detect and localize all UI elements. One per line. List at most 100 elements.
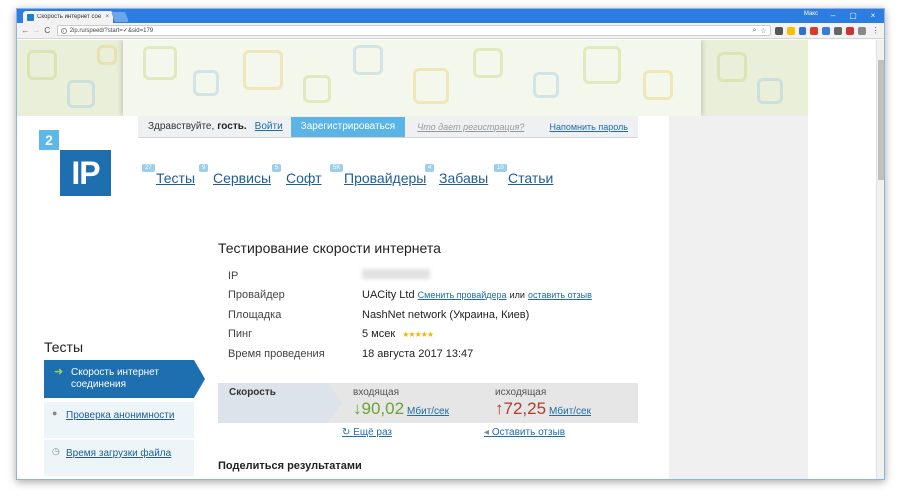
sidebar-item-download-time[interactable]: ◷ Время загрузки файла [44, 440, 194, 476]
extension-notes-icon[interactable] [786, 26, 795, 35]
nav-articles[interactable]: 10 Статьи [494, 164, 554, 186]
address-bar[interactable]: i 2ip.ru/speed/?start=✓&sid=179 ⌕ ☆ [56, 25, 771, 36]
forward-button[interactable]: → [31, 26, 42, 35]
browser-tab[interactable]: Скорость интернет сое × [23, 11, 113, 23]
menu-icon[interactable]: ⋮ [870, 26, 881, 35]
scroll-thumb[interactable] [878, 60, 884, 180]
registration-benefits-link[interactable]: Что дает регистрация? [417, 122, 524, 132]
ip-address-blurred [362, 269, 430, 280]
speed-label-box: Скорость [218, 383, 342, 423]
retest-label: Ещё раз [353, 427, 393, 438]
info-row-ip: IP [228, 266, 648, 286]
logo-badge[interactable]: 2 [39, 130, 59, 150]
nav-tests[interactable]: 27 Тесты [142, 164, 196, 186]
extension-vpn-icon[interactable] [822, 26, 831, 35]
nav-services[interactable]: 9 Сервисы [199, 164, 272, 186]
browser-toolbar: ← → C i 2ip.ru/speed/?start=✓&sid=179 ⌕ … [17, 23, 884, 39]
leave-feedback-link[interactable]: ◂ Оставить отзыв [484, 427, 565, 438]
back-button[interactable]: ← [20, 26, 31, 35]
speed-label: Скорость [229, 387, 276, 398]
clock-icon: ◷ [52, 446, 60, 456]
platform-value: NashNet network (Украина, Киев) [362, 308, 530, 321]
page-title: Тестирование скорости интернета [218, 240, 441, 256]
download-title: входящая [353, 387, 399, 398]
nav-count: 5 [272, 164, 282, 172]
nav-count: 10 [494, 164, 507, 172]
sidebar-item-label: Проверка анонимности [66, 410, 175, 421]
tab-title: Скорость интернет сое [37, 14, 102, 20]
tab-close-icon[interactable]: × [105, 14, 109, 20]
upload-title: исходящая [495, 387, 547, 398]
header-banner [17, 40, 808, 116]
nav-label: Статьи [508, 170, 554, 186]
nav-label: Софт [286, 170, 322, 186]
extension-translate-icon[interactable] [798, 26, 807, 35]
ping-value: 5 мсек [362, 328, 396, 341]
profile-name[interactable]: Макс [804, 11, 818, 17]
retest-link[interactable]: ↻ Ещё раз [342, 427, 392, 438]
sidebar-item-speed[interactable]: ➜ Скорость интернет соединения [44, 360, 205, 398]
url-text: 2ip.ru/speed/?start=✓&sid=179 [69, 28, 154, 34]
feedback-label: Оставить отзыв [491, 427, 566, 438]
login-bar: Здравствуйте, гость. Войти Зарегистриров… [138, 116, 638, 138]
browser-window: Скорость интернет сое × Макс – ▢ × ← → C… [16, 8, 885, 480]
nav-label: Провайдеры [344, 170, 427, 186]
login-link[interactable]: Войти [255, 121, 283, 132]
site-favicon-icon [27, 13, 34, 21]
change-provider-link[interactable]: Сменить провайдера [418, 290, 507, 300]
extension-adblock-icon[interactable] [810, 26, 819, 35]
refresh-icon: ↻ [342, 427, 354, 438]
ip-label: IP [228, 269, 239, 282]
nav-software[interactable]: 5 Софт [272, 164, 322, 186]
zoom-icon[interactable]: ⌕ [752, 27, 756, 35]
remind-password-link[interactable]: Напомнить пароль [549, 122, 628, 132]
maximize-button[interactable]: ▢ [846, 10, 860, 21]
info-row-provider: Провайдер UACity Ltd Сменить провайдера … [228, 286, 648, 306]
info-row-ping: Пинг 5 мсек ★★★★★ [228, 325, 648, 345]
page-scrollbar[interactable] [876, 40, 884, 479]
register-button[interactable]: Зарегистрироваться [290, 116, 406, 137]
extension-shield-icon[interactable] [858, 26, 867, 35]
speed-arrow-icon: ➜ [54, 366, 64, 378]
info-row-time: Время проведения 18 августа 2017 13:47 [228, 344, 648, 364]
download-unit-link[interactable]: Мбит/сек [407, 406, 449, 417]
ping-label: Пинг [228, 328, 253, 341]
sidebar-item-label: Скорость интернет соединения [71, 367, 159, 390]
reload-button[interactable]: C [42, 26, 53, 35]
nav-label: Тесты [156, 170, 196, 186]
share-heading: Поделиться результатами [218, 460, 362, 472]
nav-count: 4 [425, 164, 435, 172]
nav-label: Сервисы [213, 170, 272, 186]
megaphone-icon: ◂ [484, 427, 492, 438]
provider-value: UACity Ltd [362, 289, 415, 302]
leave-review-link[interactable]: оставить отзыв [528, 290, 592, 300]
platform-label: Площадка [228, 308, 282, 321]
minimize-button[interactable]: – [826, 10, 840, 21]
test-info: IP Провайдер UACity Ltd Сменить провайде… [228, 266, 648, 364]
sidebar-title: Тесты [44, 339, 84, 355]
or-text: или [509, 290, 525, 301]
upload-unit-link[interactable]: Мбит/сек [549, 406, 591, 417]
extension-stack-icon[interactable] [834, 26, 843, 35]
close-window-button[interactable]: × [866, 10, 880, 21]
nav-fun[interactable]: 4 Забавы [425, 164, 489, 186]
time-value: 18 августа 2017 13:47 [362, 347, 474, 360]
nav-providers[interactable]: 5K Провайдеры [330, 164, 427, 186]
rating-stars-icon: ★★★★★ [402, 330, 434, 340]
nav-count: 27 [142, 164, 155, 172]
info-icon[interactable]: i [60, 27, 67, 34]
nav-count: 9 [199, 164, 209, 172]
extension-pocket-icon[interactable] [774, 26, 783, 35]
bookmark-star-icon[interactable]: ☆ [760, 27, 766, 35]
nav-label: Забавы [439, 170, 489, 186]
greeting-text: Здравствуйте, [148, 121, 215, 132]
extension-save-icon[interactable] [846, 26, 855, 35]
sidebar-item-anonymity[interactable]: ● Проверка анонимности [44, 402, 194, 438]
right-column [669, 116, 808, 479]
guest-text: гость. [217, 121, 247, 132]
banner-pattern [123, 40, 701, 116]
new-tab-button[interactable] [111, 12, 129, 22]
download-column: входящая ↓90,02 Мбит/сек [353, 387, 449, 419]
site-logo[interactable]: IP [60, 150, 111, 196]
title-bar: Скорость интернет сое × Макс – ▢ × [17, 9, 884, 23]
